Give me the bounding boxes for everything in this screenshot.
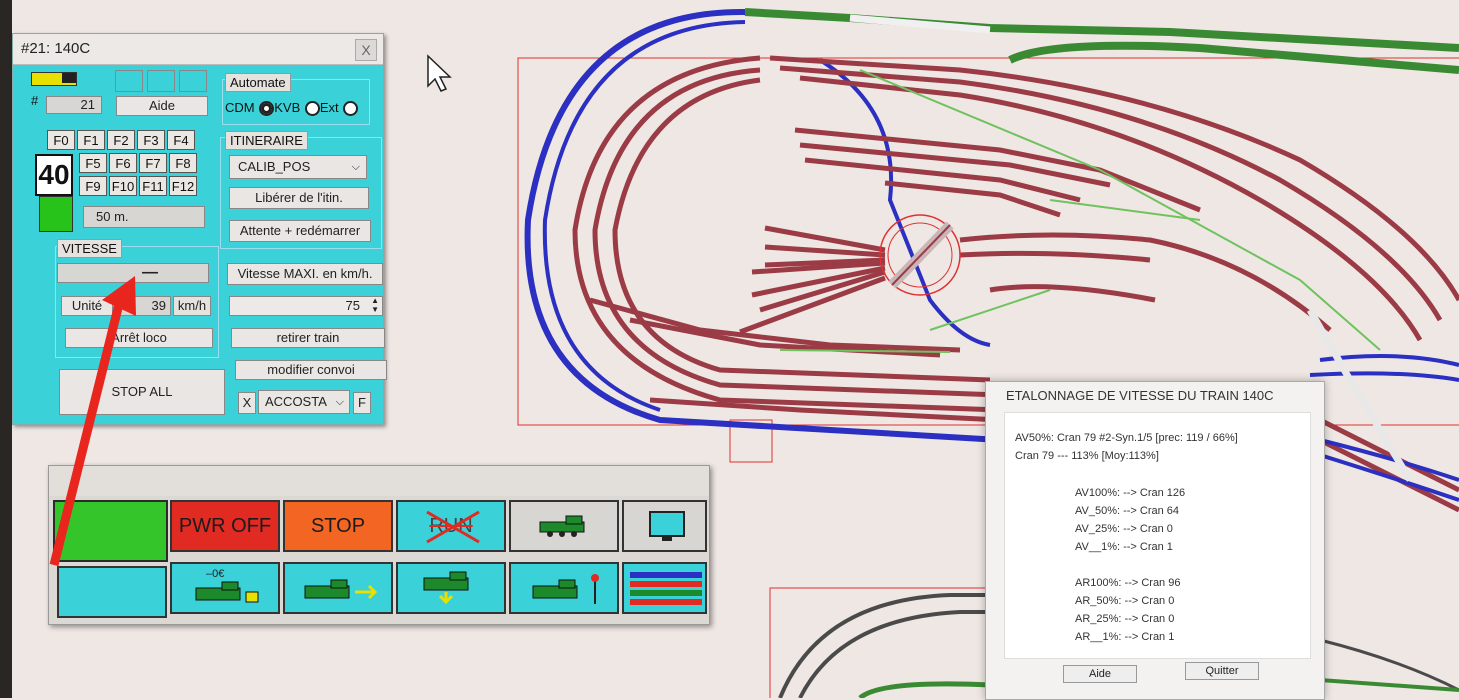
ar-line: AR__1%: --> Cran 1 [1075, 631, 1175, 643]
dialog-body: AV50%: Cran 79 #2-Syn.1/5 [prec: 119 / 6… [1004, 412, 1311, 659]
calibration-dialog[interactable]: ETALONNAGE DE VITESSE DU TRAIN 140C AV50… [985, 381, 1325, 700]
calibration-line-2: Cran 79 --- 113% [Moy:113%] [1015, 450, 1159, 462]
av-line: AV_50%: --> Cran 64 [1075, 505, 1180, 517]
dialog-title: ETALONNAGE DE VITESSE DU TRAIN 140C [1006, 388, 1274, 403]
av-line: AV_25%: --> Cran 0 [1075, 523, 1173, 535]
ar-line: AR100%: --> Cran 96 [1075, 577, 1181, 589]
dialog-aide-button[interactable]: Aide [1063, 665, 1137, 683]
ar-line: AR_25%: --> Cran 0 [1075, 613, 1175, 625]
calibration-line-1: AV50%: Cran 79 #2-Syn.1/5 [prec: 119 / 6… [1015, 432, 1238, 444]
ar-line: AR_50%: --> Cran 0 [1075, 595, 1175, 607]
dialog-quitter-button[interactable]: Quitter [1185, 662, 1259, 680]
av-line: AV__1%: --> Cran 1 [1075, 541, 1173, 553]
av-line: AV100%: --> Cran 126 [1075, 487, 1186, 499]
